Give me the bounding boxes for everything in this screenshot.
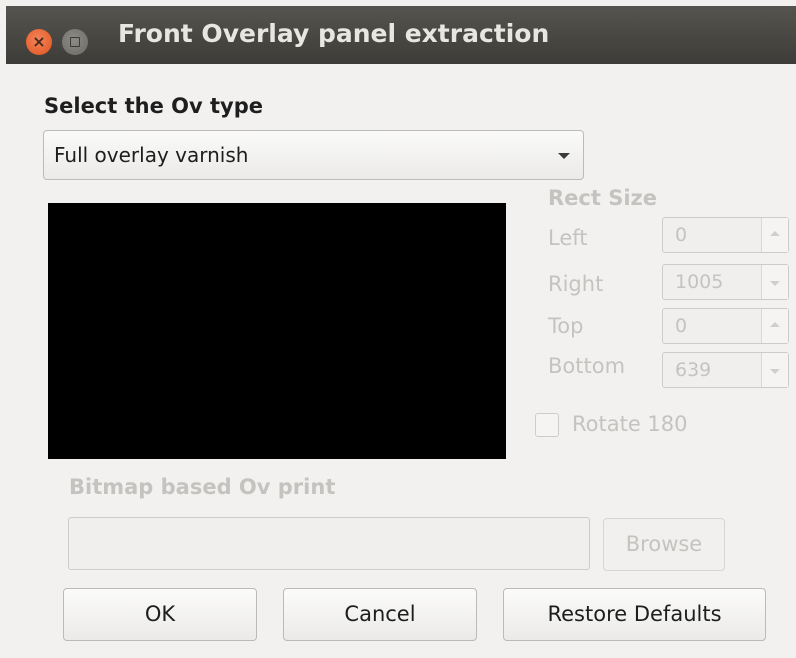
restore-defaults-button[interactable]: Restore Defaults: [503, 588, 766, 641]
restore-icon: [70, 37, 80, 47]
rotate-180-label: Rotate 180: [572, 412, 688, 436]
rect-top-value: 0: [675, 315, 688, 337]
close-icon: ×: [32, 32, 46, 51]
rect-bottom-spinbox[interactable]: 639: [662, 352, 789, 388]
rect-top-label: Top: [548, 314, 584, 338]
chevron-down-icon: [558, 153, 570, 159]
rect-right-spinbox[interactable]: 1005: [662, 264, 789, 300]
bitmap-ov-print-heading: Bitmap based Ov print: [69, 475, 336, 499]
rect-right-step-button[interactable]: [761, 265, 788, 299]
bitmap-path-field[interactable]: [68, 517, 590, 570]
arrow-up-icon: [770, 322, 780, 327]
minimize-button[interactable]: [62, 29, 88, 55]
rect-left-step-button[interactable]: [761, 218, 788, 252]
rect-left-value: 0: [675, 224, 688, 246]
ov-type-dropdown[interactable]: Full overlay varnish: [43, 130, 584, 180]
rect-size-heading: Rect Size: [548, 186, 657, 210]
arrow-down-icon: [770, 281, 780, 286]
rect-bottom-label: Bottom: [548, 354, 626, 378]
rect-top-spinbox[interactable]: 0: [662, 308, 789, 344]
rect-left-spinbox[interactable]: 0: [662, 217, 789, 253]
rotate-180-checkbox[interactable]: [535, 413, 559, 437]
cancel-button[interactable]: Cancel: [283, 588, 477, 641]
arrow-down-icon: [770, 369, 780, 374]
rect-left-label: Left: [548, 226, 588, 250]
ov-type-selected-value: Full overlay varnish: [54, 143, 249, 167]
window-titlebar: × Front Overlay panel extraction: [6, 6, 796, 64]
close-button[interactable]: ×: [26, 29, 52, 55]
browse-button[interactable]: Browse: [603, 518, 725, 571]
arrow-up-icon: [770, 231, 780, 236]
rect-bottom-step-button[interactable]: [761, 353, 788, 387]
ok-button[interactable]: OK: [63, 588, 257, 641]
rect-bottom-value: 639: [675, 359, 712, 381]
rect-right-value: 1005: [675, 271, 724, 293]
ov-type-label: Select the Ov type: [44, 94, 264, 118]
window-title: Front Overlay panel extraction: [118, 19, 550, 48]
overlay-preview: [48, 203, 506, 459]
rect-right-label: Right: [548, 272, 604, 296]
rect-top-step-button[interactable]: [761, 309, 788, 343]
